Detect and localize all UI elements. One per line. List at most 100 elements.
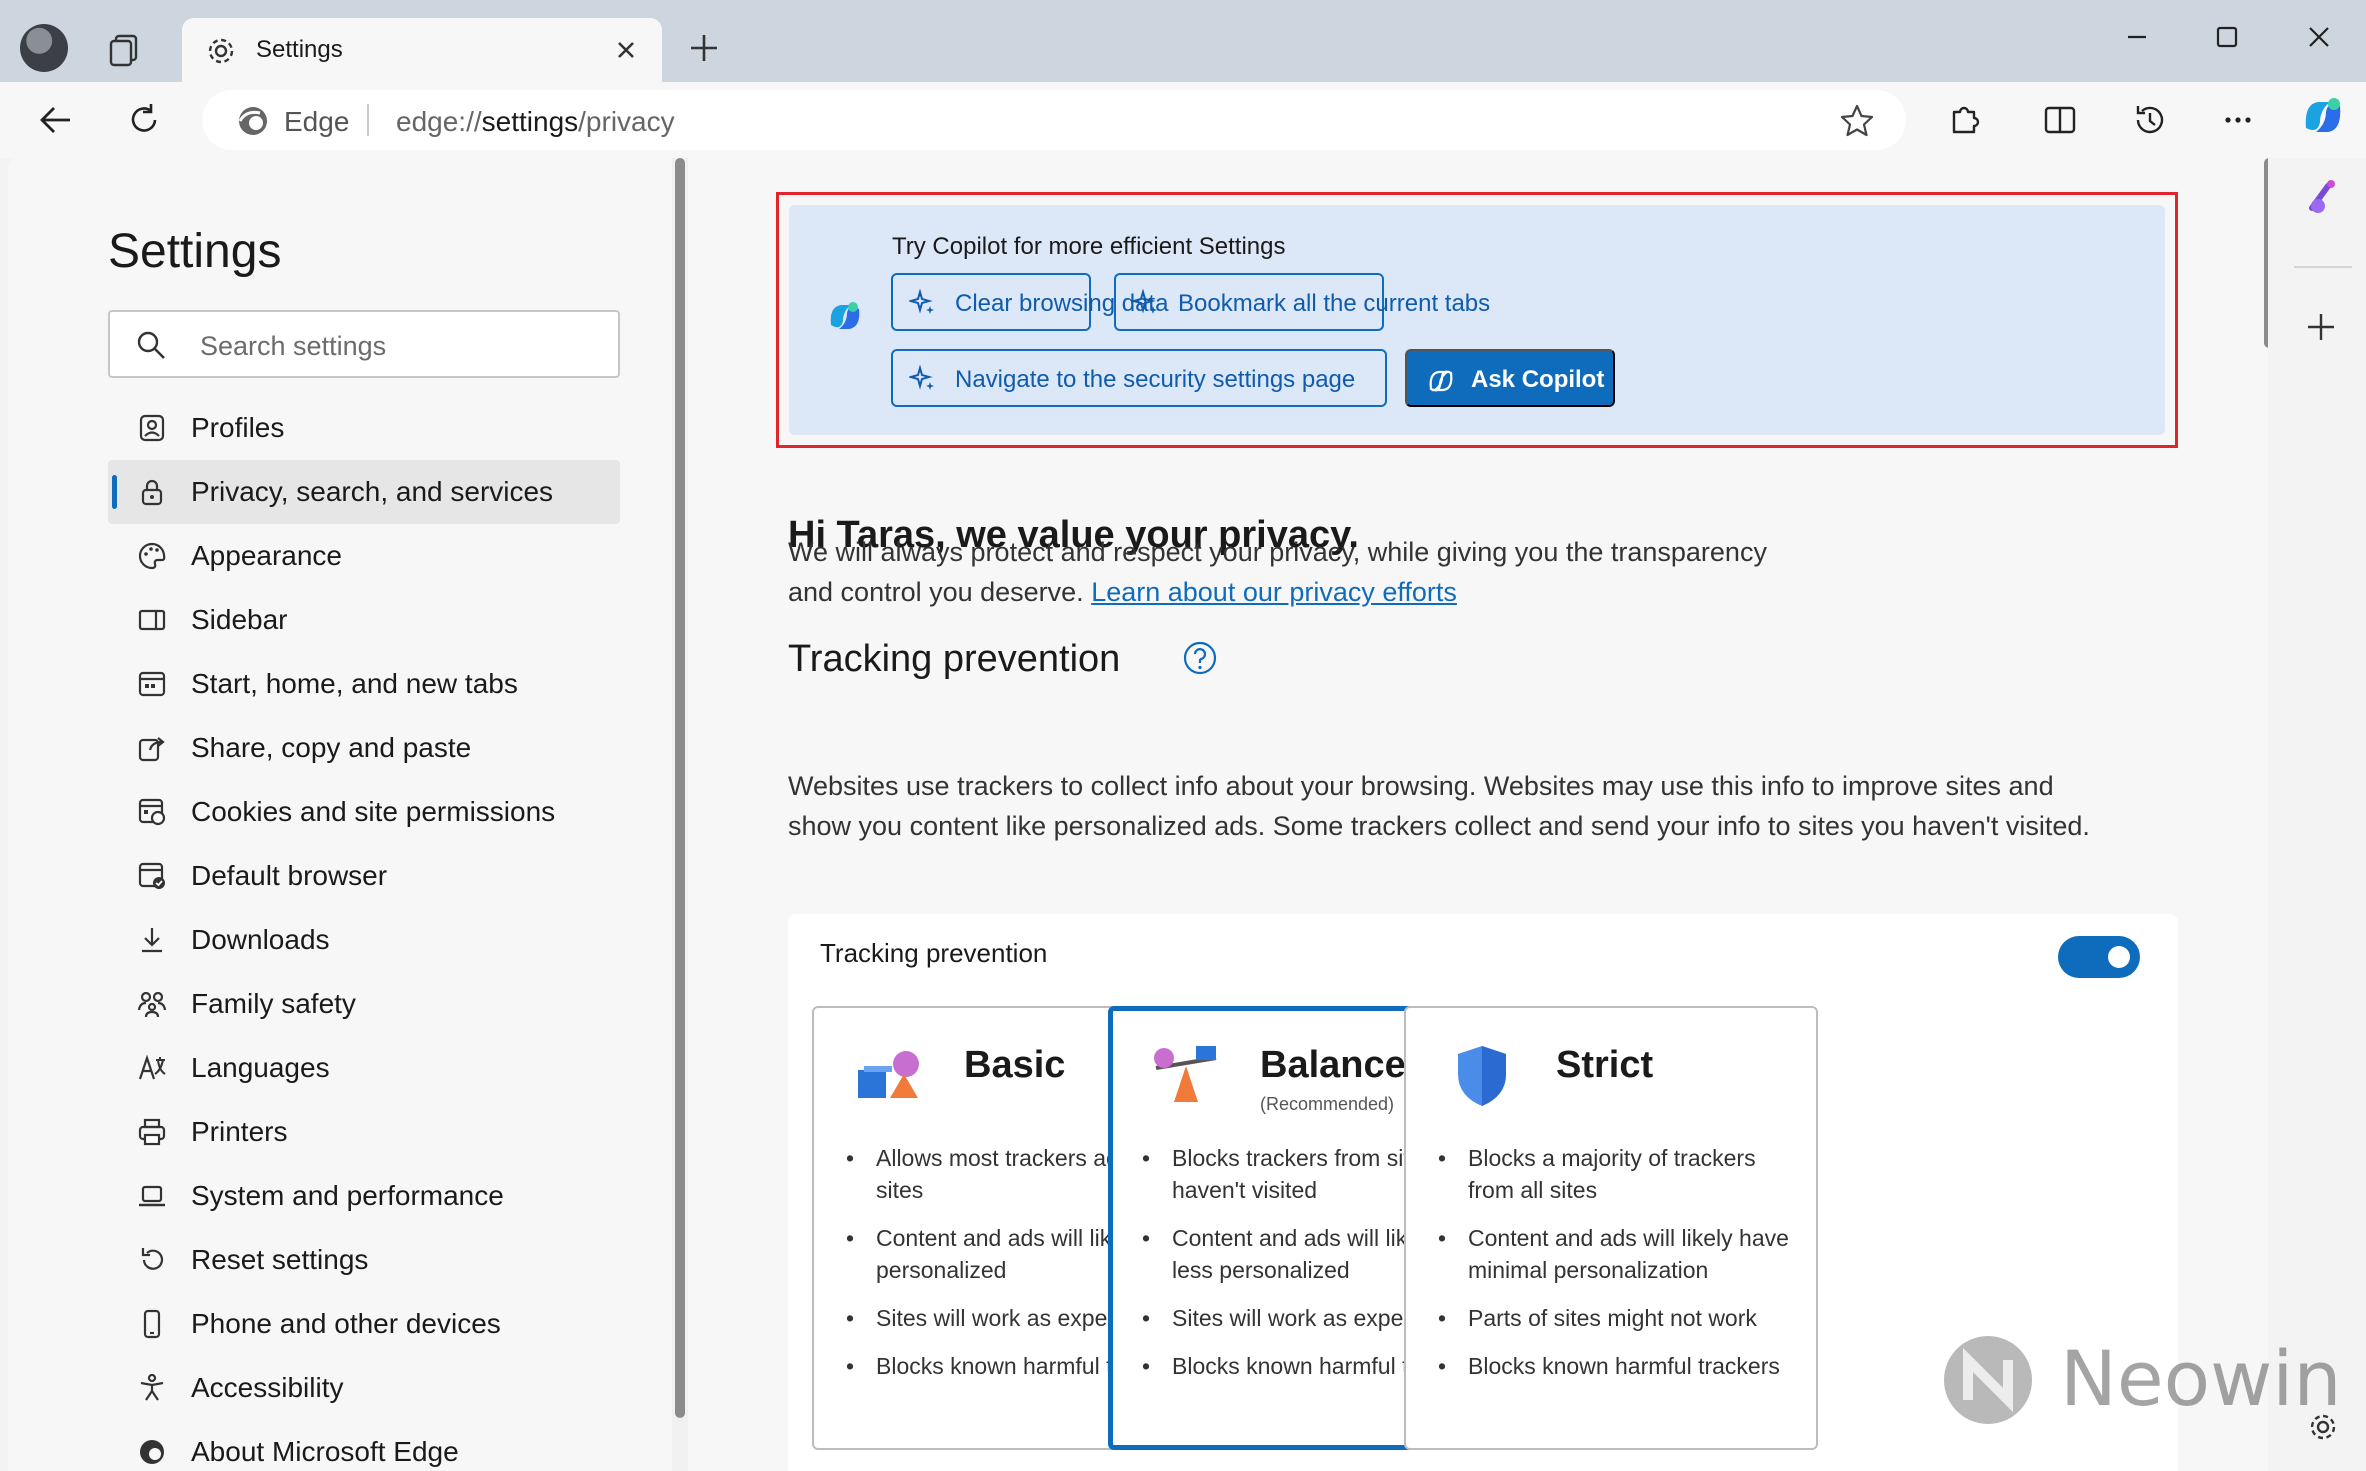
sidebar-divider — [2294, 266, 2352, 268]
copilot-heading: Try Copilot for more efficient Settings — [892, 233, 1286, 260]
sidebar-item-system-and-performance[interactable]: System and performance — [108, 1164, 620, 1228]
sidebar-item-privacy-search-and-services[interactable]: Privacy, search, and services — [108, 460, 620, 524]
sidebar-scroll-thumb[interactable] — [675, 158, 685, 1418]
tracking-description: Websites use trackers to collect info ab… — [788, 766, 2208, 846]
option-recommended: (Recommended) — [1260, 1094, 1395, 1114]
settings-nav-list: Profiles Privacy, search, and services App… — [108, 396, 620, 1471]
sidebar-item-languages[interactable]: Languages — [108, 1036, 620, 1100]
sidebar-item-profiles[interactable]: Profiles — [108, 396, 620, 460]
sidebar-scrollbar[interactable] — [672, 158, 688, 1471]
workspaces-icon[interactable] — [104, 30, 144, 70]
bookmark-all-tabs-chip[interactable]: Bookmark all the current tabs — [1114, 273, 1490, 331]
sidebar-item-label: Privacy, search, and services — [191, 476, 554, 507]
close-tab-icon[interactable] — [612, 36, 640, 64]
option-strict[interactable]: Strict Blocks a majority of trackers fro… — [1404, 1006, 1818, 1450]
copilot-suggestions-card: Try Copilot for more efficient Settings … — [789, 205, 2165, 435]
privacy-intro-line2-row: and control you deserve. Learn about our… — [788, 572, 1888, 612]
sidebar-item-cookies-and-site-permissions[interactable]: Cookies and site permissions — [108, 780, 620, 844]
edge-sidebar — [2268, 98, 2366, 1471]
languages-icon — [136, 1052, 168, 1084]
profile-icon — [136, 412, 168, 444]
edge-icon — [136, 1436, 168, 1468]
reset-icon — [136, 1244, 168, 1276]
copilot-outline-icon — [1425, 365, 1457, 397]
sidebar-item-label: Family safety — [191, 988, 356, 1019]
sidebar-item-label: Downloads — [191, 924, 330, 955]
search-placeholder: Search settings — [200, 331, 387, 361]
sidebar-item-label: Appearance — [191, 540, 343, 571]
shapes-basic-icon — [854, 1044, 926, 1108]
extensions-icon[interactable] — [1944, 100, 1984, 140]
ask-copilot-button[interactable]: Ask Copilot — [1405, 349, 1615, 407]
search-icon — [136, 330, 166, 360]
sidebar-item-sidebar[interactable]: Sidebar — [108, 588, 620, 652]
sidebar-item-label: System and performance — [191, 1180, 504, 1211]
search-input[interactable]: Search settings — [108, 310, 620, 378]
option-bullet: Blocks known harmful trackers — [1438, 1350, 1798, 1382]
sidebar-item-label: Sidebar — [191, 604, 288, 635]
sidebar-item-share-copy-and-paste[interactable]: Share, copy and paste — [108, 716, 620, 780]
help-question-icon[interactable] — [1182, 640, 1218, 676]
clear-browsing-data-chip[interactable]: Clear browsing data — [891, 273, 1168, 331]
ask-copilot-label: Ask Copilot — [1471, 366, 1605, 393]
sidebar-item-phone-and-other-devices[interactable]: Phone and other devices — [108, 1292, 620, 1356]
more-options-icon[interactable] — [2218, 100, 2258, 140]
chip-label: Navigate to the security settings page — [955, 366, 1356, 393]
option-bullets: Blocks a majority of trackers from all s… — [1438, 1142, 1798, 1398]
cookies-icon — [136, 796, 168, 828]
sidebar-item-reset-settings[interactable]: Reset settings — [108, 1228, 620, 1292]
download-icon — [136, 924, 168, 956]
sidebar-icon — [136, 604, 168, 636]
site-brand: Edge — [284, 106, 350, 137]
favorite-star-icon[interactable] — [1838, 102, 1876, 140]
navigate-security-chip[interactable]: Navigate to the security settings page — [891, 349, 1387, 407]
laptop-icon — [136, 1180, 168, 1212]
address-bar[interactable]: Edge edge://settings/privacy — [202, 90, 1906, 150]
option-bullet: Blocks a majority of trackers from all s… — [1438, 1142, 1798, 1206]
sidebar-item-label: Profiles — [191, 412, 285, 443]
tracking-card-label: Tracking prevention — [820, 938, 1048, 968]
share-icon — [136, 732, 168, 764]
option-bullet: Parts of sites might not work — [1438, 1302, 1798, 1334]
add-sidebar-app-icon[interactable] — [2304, 310, 2338, 344]
split-screen-icon[interactable] — [2040, 100, 2080, 140]
url-path: /privacy — [578, 106, 675, 137]
privacy-intro-line2: and control you deserve. — [788, 577, 1084, 607]
sidebar-item-start-home-and-new-tabs[interactable]: Start, home, and new tabs — [108, 652, 620, 716]
lock-icon — [136, 476, 168, 508]
minimize-icon[interactable] — [2120, 20, 2154, 54]
sidebar-item-printers[interactable]: Printers — [108, 1100, 620, 1164]
profile-avatar[interactable] — [20, 24, 68, 72]
sidebar-item-label: Accessibility — [191, 1372, 344, 1403]
history-icon[interactable] — [2130, 100, 2170, 140]
maximize-icon[interactable] — [2210, 20, 2244, 54]
sidebar-item-downloads[interactable]: Downloads — [108, 908, 620, 972]
sidebar-item-label: Languages — [191, 1052, 330, 1083]
url-text[interactable]: edge://settings/privacy — [396, 106, 675, 138]
sidebar-item-label: Cookies and site permissions — [191, 796, 556, 827]
close-window-icon[interactable] — [2302, 20, 2336, 54]
sidebar-item-appearance[interactable]: Appearance — [108, 524, 620, 588]
sidebar-item-about-microsoft-edge[interactable]: About Microsoft Edge — [108, 1420, 620, 1471]
default-browser-icon — [136, 860, 168, 892]
copilot-sidebar-icon[interactable] — [2298, 92, 2348, 142]
sidebar-item-label: Start, home, and new tabs — [191, 668, 518, 699]
sidebar-item-label: About Microsoft Edge — [191, 1436, 459, 1467]
back-arrow-icon[interactable] — [36, 100, 76, 140]
navigation-toolbar: Edge edge://settings/privacy — [0, 82, 2366, 158]
title-bar: Settings — [0, 0, 2366, 82]
copilot-logo-icon — [823, 295, 867, 339]
sidebar-item-accessibility[interactable]: Accessibility — [108, 1356, 620, 1420]
gear-icon — [204, 34, 238, 68]
sidebar-item-default-browser[interactable]: Default browser — [108, 844, 620, 908]
home-tabs-icon — [136, 668, 168, 700]
tab-settings[interactable]: Settings — [182, 18, 662, 82]
tracking-toggle[interactable] — [2058, 936, 2140, 978]
designer-tool-icon[interactable] — [2302, 176, 2342, 216]
new-tab-plus-icon[interactable] — [686, 30, 722, 66]
learn-privacy-link[interactable]: Learn about our privacy efforts — [1091, 577, 1457, 607]
refresh-icon[interactable] — [124, 100, 164, 140]
shield-icon — [1446, 1044, 1518, 1108]
sidebar-item-family-safety[interactable]: Family safety — [108, 972, 620, 1036]
phone-icon — [136, 1308, 168, 1340]
